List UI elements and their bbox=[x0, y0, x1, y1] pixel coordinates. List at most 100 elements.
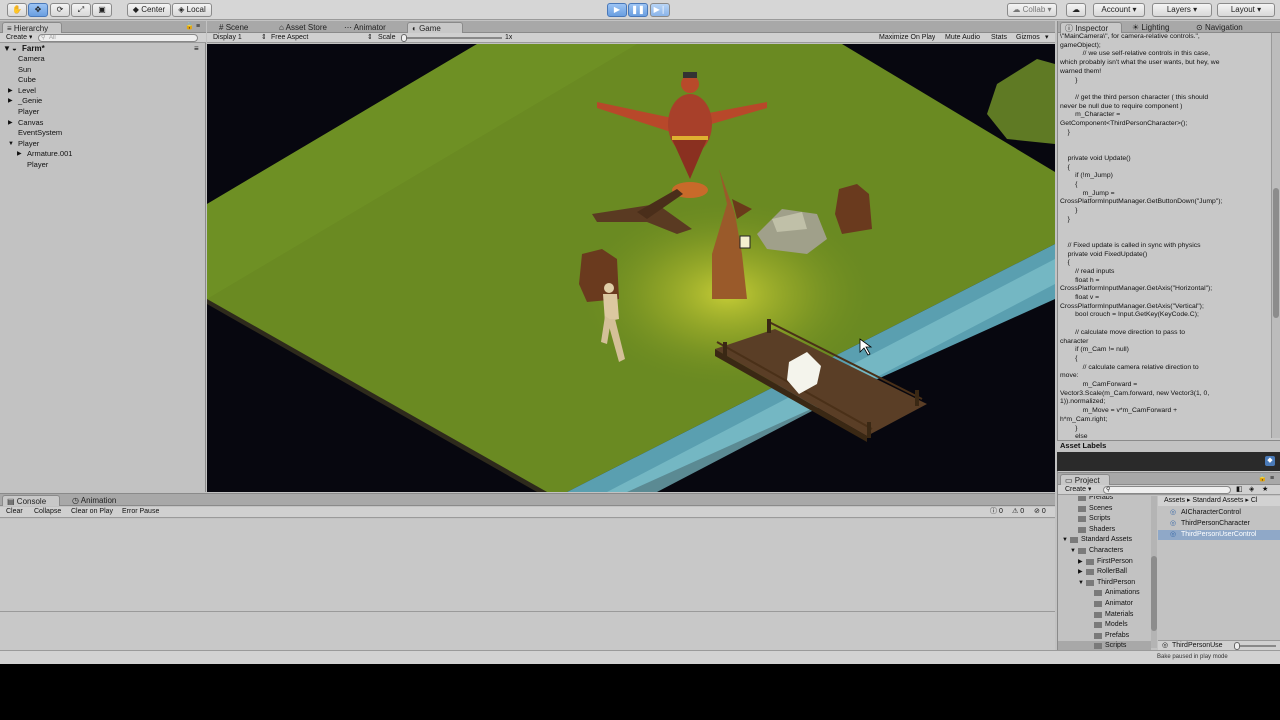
expand-arrow-icon[interactable]: ▶ bbox=[8, 118, 13, 128]
tab-asset-store[interactable]: ⌂ Asset Store bbox=[275, 22, 337, 33]
panel-menu-icon[interactable]: ≡ bbox=[196, 22, 200, 32]
hierarchy-item[interactable]: Cube bbox=[0, 75, 200, 85]
console-clear-button[interactable]: Clear bbox=[6, 507, 23, 517]
scale-slider-handle[interactable] bbox=[401, 34, 407, 42]
hierarchy-item[interactable]: EventSystem bbox=[0, 128, 200, 138]
project-tree-item[interactable]: ▶ RollerBall bbox=[1058, 567, 1151, 578]
collapse-arrow-icon[interactable]: ▼ bbox=[1070, 546, 1076, 557]
tree-scrollbar[interactable] bbox=[1151, 496, 1157, 648]
expand-arrow-icon[interactable]: ▶ bbox=[1078, 567, 1083, 578]
hierarchy-item[interactable]: ▼ Player bbox=[0, 139, 200, 149]
breadcrumb-assets[interactable]: Assets bbox=[1164, 497, 1185, 504]
project-tree-item[interactable]: Scenes bbox=[1058, 504, 1151, 515]
lock-icon[interactable]: 🔒 bbox=[185, 22, 194, 32]
tab-animation[interactable]: ◷ Animation bbox=[68, 495, 128, 506]
breadcrumb-standard-assets[interactable]: Standard Assets bbox=[1192, 497, 1243, 504]
tab-game[interactable]: ◐ Game bbox=[407, 22, 463, 33]
expand-arrow-icon[interactable]: ▶ bbox=[8, 96, 13, 106]
project-tree-item[interactable]: Shaders bbox=[1058, 525, 1151, 536]
project-search-input[interactable]: ⚲ bbox=[1103, 486, 1231, 494]
console-warning-toggle[interactable]: ⚠ 0 bbox=[1012, 507, 1024, 517]
favorite-star-icon[interactable]: ★ bbox=[1262, 485, 1268, 495]
console-clear-on-play-button[interactable]: Clear on Play bbox=[71, 507, 113, 517]
project-menu-icon[interactable]: ≡ bbox=[1270, 474, 1274, 484]
gizmos-dropdown[interactable]: Gizmos bbox=[1016, 33, 1040, 43]
icon-size-slider[interactable] bbox=[1234, 645, 1276, 647]
project-tree-item[interactable]: ▼ Characters bbox=[1058, 546, 1151, 557]
project-tree-item[interactable]: Prefabs bbox=[1058, 631, 1151, 642]
project-file-item[interactable]: ◎ ThirdPersonCharacter bbox=[1158, 519, 1280, 530]
layers-dropdown[interactable]: Layers ▾ bbox=[1152, 3, 1212, 17]
console-log-toggle[interactable]: ⓘ 0 bbox=[990, 507, 1003, 517]
expand-arrow-icon[interactable]: ▶ bbox=[17, 149, 22, 159]
collapse-arrow-icon[interactable]: ▼ bbox=[1078, 578, 1084, 589]
hierarchy-item[interactable]: ▶ Level bbox=[0, 86, 200, 96]
hierarchy-item[interactable]: ▶ _Genie bbox=[0, 96, 200, 106]
tab-navigation[interactable]: ⊙ Navigation bbox=[1192, 22, 1270, 33]
collab-dropdown[interactable]: ☁ Collab ▾ bbox=[1007, 3, 1057, 17]
collapse-arrow-icon[interactable]: ▼ bbox=[1062, 535, 1068, 546]
project-tree-item[interactable]: Scripts bbox=[1058, 514, 1151, 525]
hierarchy-item[interactable]: Sun bbox=[0, 65, 200, 75]
project-tree-item[interactable]: Animations bbox=[1058, 588, 1151, 599]
step-button[interactable]: ▶❘ bbox=[650, 3, 670, 17]
filter-label-icon[interactable]: ◈ bbox=[1249, 485, 1254, 495]
tree-scrollbar-thumb[interactable] bbox=[1151, 556, 1157, 631]
move-tool-icon[interactable]: ✥ bbox=[28, 3, 48, 17]
expand-arrow-icon[interactable]: ▼ bbox=[3, 44, 11, 54]
tab-lighting[interactable]: ☀ Lighting bbox=[1128, 22, 1186, 33]
project-tree-item[interactable]: ▼ Standard Assets bbox=[1058, 535, 1151, 546]
maximize-on-play-toggle[interactable]: Maximize On Play bbox=[879, 33, 935, 43]
hierarchy-item[interactable]: ▶ Armature.001 bbox=[0, 149, 200, 159]
breadcrumb-characters[interactable]: Cl bbox=[1251, 497, 1258, 504]
aspect-dropdown[interactable]: Free Aspect ⇕ bbox=[271, 33, 371, 43]
scene-menu-icon[interactable]: ≡ bbox=[194, 44, 199, 54]
rect-tool-icon[interactable]: ▣ bbox=[92, 3, 112, 17]
inspector-scrollbar[interactable] bbox=[1271, 33, 1280, 438]
project-tree-item[interactable]: Models bbox=[1058, 620, 1151, 631]
project-tree-item[interactable]: Prefabs bbox=[1058, 496, 1151, 504]
scale-tool-icon[interactable]: ⤢ bbox=[71, 3, 91, 17]
mute-audio-toggle[interactable]: Mute Audio bbox=[945, 33, 980, 43]
hierarchy-item[interactable]: Camera bbox=[0, 54, 200, 64]
hierarchy-item[interactable]: Player bbox=[0, 160, 200, 170]
display-dropdown[interactable]: Display 1 ⇕ bbox=[213, 33, 265, 43]
hand-tool-icon[interactable]: ✋ bbox=[7, 3, 27, 17]
cloud-button[interactable]: ☁ bbox=[1066, 3, 1086, 17]
layout-dropdown[interactable]: Layout ▾ bbox=[1217, 3, 1275, 17]
tab-scene[interactable]: # Scene bbox=[215, 22, 267, 33]
tab-console[interactable]: ▤ Console bbox=[2, 495, 60, 506]
expand-arrow-icon[interactable]: ▶ bbox=[8, 86, 13, 96]
project-file-item[interactable]: ◎ AICharacterControl bbox=[1158, 508, 1280, 519]
game-render-viewport[interactable] bbox=[207, 44, 1055, 492]
filter-type-icon[interactable]: ◧ bbox=[1236, 485, 1243, 495]
tab-inspector[interactable]: ⓘ Inspector bbox=[1060, 22, 1122, 33]
pivot-local-button[interactable]: ◈ Local bbox=[172, 3, 212, 17]
tab-animator[interactable]: ⋯ Animator bbox=[340, 22, 395, 33]
hierarchy-item[interactable]: Player bbox=[0, 107, 200, 117]
stats-toggle[interactable]: Stats bbox=[991, 33, 1007, 43]
play-button[interactable]: ▶ bbox=[607, 3, 627, 17]
hierarchy-item[interactable]: ▶ Canvas bbox=[0, 118, 200, 128]
expand-arrow-icon[interactable]: ▶ bbox=[1078, 557, 1083, 568]
console-collapse-button[interactable]: Collapse bbox=[34, 507, 61, 517]
hierarchy-create-dropdown[interactable]: Create ▾ bbox=[6, 33, 32, 43]
project-tree-item[interactable]: ▶ FirstPerson bbox=[1058, 557, 1151, 568]
project-tree-item[interactable]: Materials bbox=[1058, 610, 1151, 621]
console-error-toggle[interactable]: ⊘ 0 bbox=[1034, 507, 1046, 517]
scene-root-row[interactable]: ▼ ◒ Farm* ≡ bbox=[0, 44, 200, 54]
project-lock-icon[interactable]: 🔒 bbox=[1258, 474, 1267, 484]
collapse-arrow-icon[interactable]: ▼ bbox=[8, 139, 14, 149]
console-log-area[interactable] bbox=[0, 519, 1055, 611]
label-tag-icon[interactable]: ◆ bbox=[1265, 456, 1275, 466]
pause-button[interactable]: ❚❚ bbox=[628, 3, 648, 17]
tab-hierarchy[interactable]: ≡ Hierarchy bbox=[2, 22, 62, 33]
project-tree-item[interactable]: Animator bbox=[1058, 599, 1151, 610]
hierarchy-search-input[interactable]: ⚲ All bbox=[38, 34, 198, 42]
tab-project[interactable]: ▭ Project bbox=[1060, 474, 1110, 485]
gizmos-arrow-icon[interactable]: ▾ bbox=[1045, 33, 1049, 43]
project-tree-item[interactable]: ▼ ThirdPerson bbox=[1058, 578, 1151, 589]
rotate-tool-icon[interactable]: ⟳ bbox=[50, 3, 70, 17]
icon-size-slider-handle[interactable] bbox=[1234, 642, 1240, 650]
inspector-scrollbar-thumb[interactable] bbox=[1273, 188, 1279, 318]
